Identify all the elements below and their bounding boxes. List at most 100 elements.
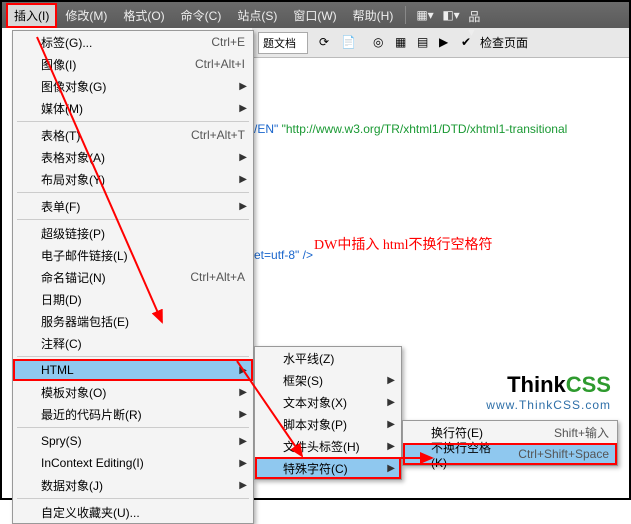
- menu-item-label: 日期(D): [41, 291, 245, 308]
- menu-item-label: 最近的代码片断(R): [41, 406, 245, 423]
- menu-item-label: 超级链接(P): [41, 225, 245, 242]
- insert-menu-item-0[interactable]: 标签(G)... Ctrl+E: [13, 31, 253, 53]
- insert-menu-item-7[interactable]: 布局对象(Y)▶: [13, 168, 253, 190]
- menu-item-label: 媒体(M): [41, 100, 245, 117]
- insert-menu-item-26[interactable]: 自定义收藏夹(U)...: [13, 501, 253, 523]
- submenu-arrow-icon: ▶: [239, 152, 247, 163]
- menu-item-label: 命名锚记(N): [41, 269, 170, 286]
- insert-menu-item-6[interactable]: 表格对象(A)▶: [13, 146, 253, 168]
- insert-menu-item-19[interactable]: 模板对象(O)▶: [13, 381, 253, 403]
- menu-item-label: 文本对象(X): [283, 394, 393, 411]
- menubar: 插入(I) 修改(M) 格式(O) 命令(C) 站点(S) 窗口(W) 帮助(H…: [2, 2, 629, 28]
- insert-menu-item-9[interactable]: 表单(F)▶: [13, 195, 253, 217]
- file-icon[interactable]: 📄: [341, 35, 357, 51]
- html-submenu-item-1[interactable]: 框架(S)▶: [255, 369, 401, 391]
- submenu-arrow-icon: ▶: [239, 458, 247, 469]
- menu-item-label: InContext Editing(I): [41, 456, 245, 470]
- menu-item-label: 框架(S): [283, 372, 393, 389]
- submenu-arrow-icon: ▶: [239, 387, 247, 398]
- menu-commands[interactable]: 命令(C): [173, 3, 230, 28]
- menu-format[interactable]: 格式(O): [115, 3, 172, 28]
- menu-site[interactable]: 站点(S): [229, 3, 285, 28]
- insert-menu-item-3[interactable]: 媒体(M)▶: [13, 97, 253, 119]
- menu-item-label: 文件头标签(H): [283, 438, 393, 455]
- menu-window[interactable]: 窗口(W): [285, 3, 344, 28]
- title-field[interactable]: 题文档: [258, 32, 308, 54]
- html-submenu: 水平线(Z)框架(S)▶文本对象(X)▶脚本对象(P)▶文件头标签(H)▶特殊字…: [254, 346, 402, 480]
- menu-item-label: 表格(T): [41, 127, 171, 144]
- submenu-arrow-icon: ▶: [239, 409, 247, 420]
- menu-modify[interactable]: 修改(M): [57, 3, 115, 28]
- submenu-arrow-icon: ▶: [239, 436, 247, 447]
- submenu-arrow-icon: ▶: [239, 81, 247, 92]
- menu-item-label: 自定义收藏夹(U)...: [41, 504, 245, 521]
- insert-menu-item-24[interactable]: 数据对象(J)▶: [13, 474, 253, 496]
- menu-item-label: 图像(I): [41, 56, 175, 73]
- check-page-label[interactable]: 检查页面: [480, 34, 528, 51]
- menu-item-label: 水平线(Z): [283, 350, 393, 367]
- insert-menu: 标签(G)...Ctrl+E图像(I)Ctrl+Alt+I图像对象(G)▶媒体(…: [12, 30, 254, 524]
- insert-menu-item-16[interactable]: 注释(C): [13, 332, 253, 354]
- menu-item-label: Spry(S): [41, 434, 245, 448]
- refresh-icon[interactable]: ⟳: [319, 35, 335, 51]
- html-submenu-item-4[interactable]: 文件头标签(H)▶: [255, 435, 401, 457]
- shortcut-label: Ctrl+Shift+Space: [518, 447, 609, 461]
- check-icon[interactable]: ✔: [461, 35, 477, 51]
- insert-menu-item-18[interactable]: HTML▶: [13, 359, 253, 381]
- menu-item-label: 表单(F): [41, 198, 245, 215]
- html-submenu-item-3[interactable]: 脚本对象(P)▶: [255, 413, 401, 435]
- submenu-arrow-icon: ▶: [239, 103, 247, 114]
- grid-icon[interactable]: ▦: [395, 35, 411, 51]
- logo: ThinkCSS www.ThinkCSS.com: [486, 372, 611, 412]
- menu-item-label: 服务器端包括(E): [41, 313, 245, 330]
- extend-icon[interactable]: 品▾: [468, 8, 482, 22]
- submenu-arrow-icon: ▶: [387, 463, 395, 474]
- insert-menu-item-12[interactable]: 电子邮件链接(L): [13, 244, 253, 266]
- insert-menu-item-11[interactable]: 超级链接(P): [13, 222, 253, 244]
- menu-item-label: 标签(G)...: [41, 34, 191, 51]
- submenu-arrow-icon: ▶: [387, 419, 395, 430]
- annotation-text: DW中插入 html不换行空格符: [314, 234, 493, 254]
- menu-item-label: 不换行空格(K): [431, 439, 498, 470]
- insert-menu-item-15[interactable]: 服务器端包括(E): [13, 310, 253, 332]
- menu-item-label: 表格对象(A): [41, 149, 245, 166]
- special-chars-item-1[interactable]: 不换行空格(K)Ctrl+Shift+Space: [403, 443, 617, 465]
- ruler-icon[interactable]: ▤: [417, 35, 433, 51]
- menu-item-label: 注释(C): [41, 335, 245, 352]
- shortcut-label: Ctrl+Alt+T: [191, 128, 245, 142]
- submenu-arrow-icon: ▶: [387, 397, 395, 408]
- submenu-arrow-icon: ▶: [239, 365, 247, 376]
- insert-menu-item-23[interactable]: InContext Editing(I)▶: [13, 452, 253, 474]
- menu-insert[interactable]: 插入(I): [6, 3, 57, 28]
- insert-menu-item-1[interactable]: 图像(I)Ctrl+Alt+I: [13, 53, 253, 75]
- menu-item-label: 特殊字符(C): [283, 460, 393, 477]
- submenu-arrow-icon: ▶: [239, 480, 247, 491]
- menu-help[interactable]: 帮助(H): [345, 3, 402, 28]
- submenu-arrow-icon: ▶: [239, 174, 247, 185]
- layout-icon[interactable]: ▦▾: [416, 8, 430, 22]
- submenu-arrow-icon: ▶: [387, 441, 395, 452]
- menu-item-label: 图像对象(G): [41, 78, 245, 95]
- menu-item-label: 电子邮件链接(L): [41, 247, 245, 264]
- shortcut-label: Ctrl+E: [211, 35, 245, 49]
- shortcut-label: Ctrl+Alt+A: [190, 270, 245, 284]
- html-submenu-item-2[interactable]: 文本对象(X)▶: [255, 391, 401, 413]
- insert-menu-item-13[interactable]: 命名锚记(N) Ctrl+Alt+A: [13, 266, 253, 288]
- insert-menu-item-20[interactable]: 最近的代码片断(R)▶: [13, 403, 253, 425]
- insert-menu-item-2[interactable]: 图像对象(G)▶: [13, 75, 253, 97]
- workspace-icon[interactable]: ◧▾: [442, 8, 456, 22]
- insert-menu-item-14[interactable]: 日期(D): [13, 288, 253, 310]
- menu-item-label: 模板对象(O): [41, 384, 245, 401]
- menu-item-label: 数据对象(J): [41, 477, 245, 494]
- insert-menu-item-5[interactable]: 表格(T) Ctrl+Alt+T: [13, 124, 253, 146]
- insert-menu-item-22[interactable]: Spry(S)▶: [13, 430, 253, 452]
- submenu-arrow-icon: ▶: [239, 201, 247, 212]
- html-submenu-item-0[interactable]: 水平线(Z): [255, 347, 401, 369]
- menu-item-label: 布局对象(Y): [41, 171, 245, 188]
- view-icon[interactable]: ◎: [373, 35, 389, 51]
- nav-icon[interactable]: ▶: [439, 35, 455, 51]
- special-chars-submenu: 换行符(E)Shift+输入不换行空格(K)Ctrl+Shift+Space: [402, 420, 618, 466]
- html-submenu-item-5[interactable]: 特殊字符(C)▶: [255, 457, 401, 479]
- shortcut-label: Shift+输入: [554, 424, 609, 441]
- submenu-arrow-icon: ▶: [387, 375, 395, 386]
